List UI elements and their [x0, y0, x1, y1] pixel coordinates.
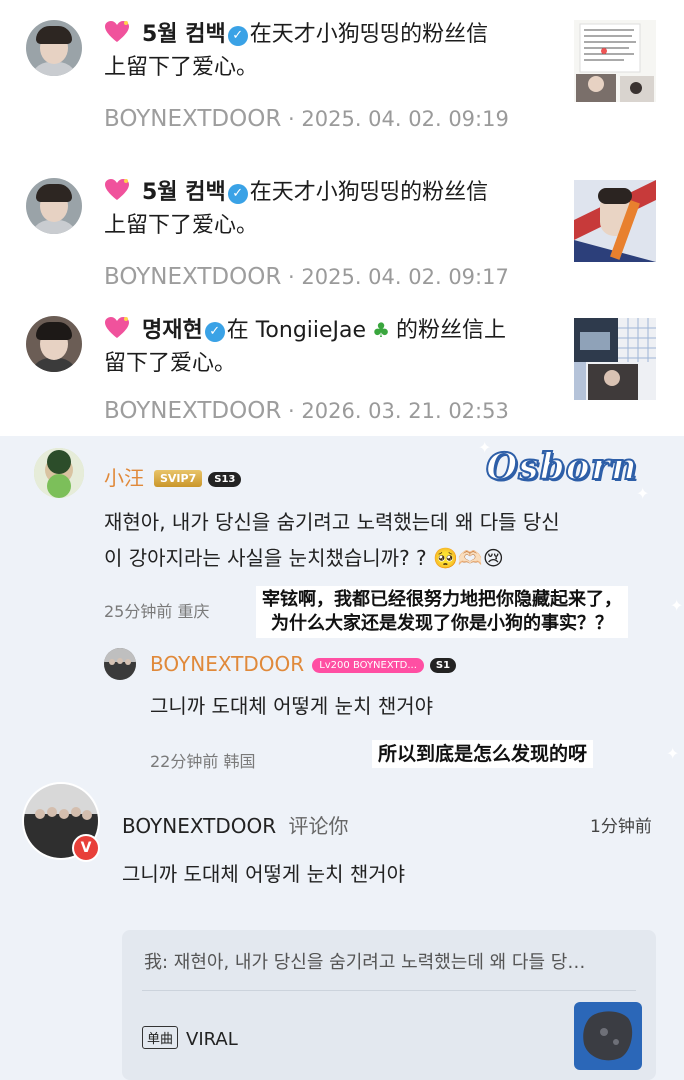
song-row[interactable]: 单曲 VIRAL — [142, 1026, 238, 1050]
avatar[interactable] — [26, 316, 82, 372]
fan-letter-thumbnail[interactable] — [574, 318, 656, 400]
source-label: BOYNEXTDOOR — [104, 106, 282, 132]
watermark: Osborn — [485, 445, 638, 489]
notice-header: BOYNEXTDOOR 评论你 — [122, 810, 349, 839]
sparkling-heart-icon — [104, 316, 130, 340]
sparkling-heart-icon — [104, 20, 130, 44]
quote-card[interactable]: 我: 재현아, 내가 당신을 숨기려고 노력했는데 왜 다들 당… 单曲 VIRA… — [122, 930, 656, 1080]
level-badge: Lv200 BOYNEXTD... — [312, 658, 424, 673]
comment-username[interactable]: 小汪 — [104, 466, 144, 490]
notification-user[interactable]: 명재현 — [142, 318, 203, 343]
source-label: BOYNEXTDOOR — [104, 398, 282, 424]
translation-overlay: 宰铉啊，我都已经很努力地把你隐藏起来了， 为什么大家还是发现了你是小狗的事实？？ — [256, 586, 628, 638]
notification-meta: BOYNEXTDOOR · 2026. 03. 21. 02:53 — [104, 398, 509, 424]
avatar[interactable] — [26, 178, 82, 234]
notice-time: 1分钟前 — [590, 817, 652, 837]
clover-icon: ♣ — [372, 318, 390, 342]
notification-user[interactable]: 5월 컴백 — [142, 180, 226, 205]
reply-text: 그니까 도대체 어떻게 눈치 챈거야 — [150, 694, 434, 718]
comment-panel: ✦ ✦ ✦ ✦ ✦ Osborn 小汪SVIP7S13 재현아, 내가 당신을 … — [0, 436, 684, 1080]
comment-text: 재현아, 내가 당신을 숨기려고 노력했는데 왜 다들 당신 이 강아지라는 사… — [104, 510, 560, 570]
s-badge: S1 — [429, 658, 457, 673]
song-name: VIRAL — [186, 1029, 238, 1050]
verified-icon: ✓ — [227, 184, 248, 204]
svip-badge: SVIP7 — [154, 470, 203, 487]
timestamp: 2025. 04. 02. 09:17 — [301, 265, 509, 289]
comment-header: 小汪 SVIP7 S13 — [104, 462, 242, 491]
notice-username[interactable]: BOYNEXTDOOR — [122, 814, 276, 838]
verified-v-icon: V — [72, 834, 100, 862]
verified-icon: ✓ — [227, 26, 248, 46]
notification-message: 5월 컴백 ✓ 在天才小狗띵띵的粉丝信 上留下了爱心。 — [104, 178, 489, 238]
notification-user[interactable]: 5월 컴백 — [142, 22, 226, 47]
fan-letter-thumbnail[interactable] — [574, 20, 656, 102]
avatar[interactable] — [104, 648, 136, 680]
sparkle-icon: ✦ — [670, 596, 684, 615]
sparkle-icon: ✦ — [666, 744, 680, 763]
timestamp: 2025. 04. 02. 09:19 — [301, 107, 509, 131]
quoted-comment: 我: 재현아, 내가 당신을 숨기려고 노력했는데 왜 다들 당… — [144, 952, 586, 973]
avatar[interactable] — [34, 448, 84, 498]
notification-message: 명재현 ✓ 在 TongiieJae ♣ 的粉丝信上 留下了爱心。 — [104, 316, 507, 376]
verified-icon: ✓ — [204, 322, 225, 342]
reply-header: BOYNEXTDOOR Lv200 BOYNEXTD... S1 — [150, 652, 457, 676]
notice-action: 评论你 — [288, 814, 349, 838]
fan-letter-thumbnail[interactable] — [574, 180, 656, 262]
reply-time: 22分钟前 韩国 — [150, 752, 256, 771]
timestamp: 2026. 03. 21. 02:53 — [301, 399, 509, 423]
comment-time: 25分钟前 重庆 — [104, 602, 210, 621]
translation-overlay: 所以到底是怎么发现的呀 — [372, 740, 594, 768]
notification-item[interactable]: 5월 컴백 ✓ 在天才小狗띵띵的粉丝信 上留下了爱心。 BOYNEXTDOOR · … — [0, 0, 684, 140]
notice-text: 그니까 도대체 어떻게 눈치 챈거야 — [122, 862, 406, 886]
album-cover[interactable] — [574, 1002, 642, 1070]
notification-item[interactable]: 5월 컴백 ✓ 在天才小狗띵띵的粉丝信 上留下了爱心。 BOYNEXTDOOR · … — [0, 158, 684, 298]
reply-username[interactable]: BOYNEXTDOOR — [150, 652, 304, 676]
level-badge: S13 — [208, 472, 242, 487]
source-label: BOYNEXTDOOR — [104, 264, 282, 290]
avatar[interactable] — [26, 20, 82, 76]
notification-message: 5월 컴백 ✓ 在天才小狗띵띵的粉丝信 上留下了爱心。 — [104, 20, 489, 80]
song-tag: 单曲 — [142, 1026, 179, 1049]
notification-meta: BOYNEXTDOOR · 2025. 04. 02. 09:17 — [104, 264, 509, 290]
sparkling-heart-icon — [104, 178, 130, 202]
notification-item[interactable]: 명재현 ✓ 在 TongiieJae ♣ 的粉丝信上 留下了爱心。 BOYNEXTDOO… — [0, 296, 684, 436]
notification-meta: BOYNEXTDOOR · 2025. 04. 02. 09:19 — [104, 106, 509, 132]
